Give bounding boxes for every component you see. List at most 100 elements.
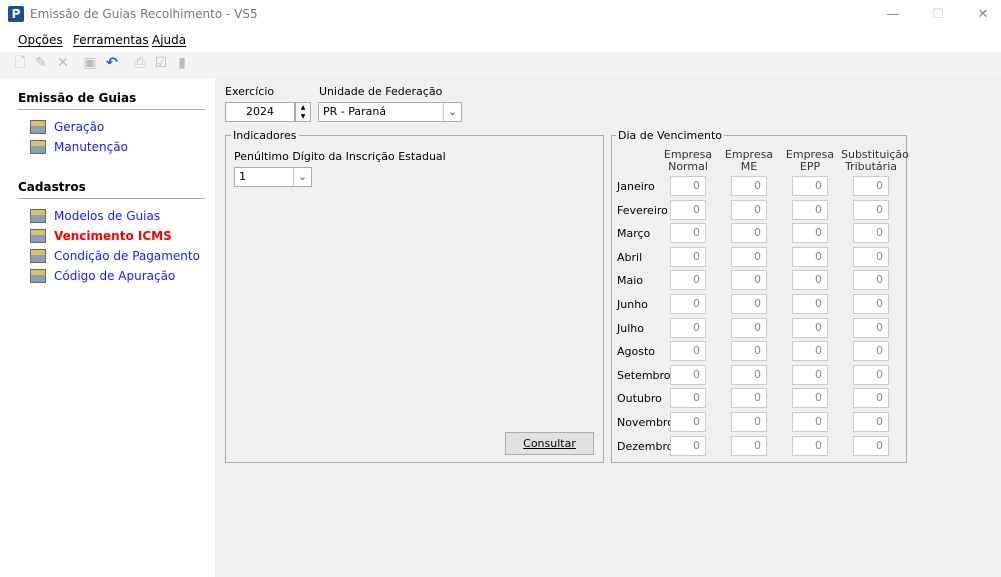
day-input[interactable]: 0 xyxy=(853,341,889,362)
sidebar-item-condicao[interactable]: Condição de Pagamento xyxy=(30,249,200,263)
day-input[interactable]: 0 xyxy=(853,435,889,456)
divider xyxy=(18,198,205,199)
menu-bar xyxy=(0,30,1001,52)
day-input[interactable]: 0 xyxy=(670,270,706,291)
day-input[interactable]: 0 xyxy=(792,246,828,267)
day-input[interactable]: 0 xyxy=(731,294,767,314)
day-input[interactable]: 0 xyxy=(853,223,889,244)
sidebar-item-geracao[interactable]: Geração xyxy=(30,120,104,134)
window-title: Emissão de Guias Recolhimento - VS5 xyxy=(30,7,258,21)
column-header-line: Tributária xyxy=(844,160,897,173)
day-input[interactable]: 0 xyxy=(731,388,767,409)
exercicio-spinner[interactable]: ▲ ▼ xyxy=(295,102,311,122)
day-input[interactable]: 0 xyxy=(853,270,889,291)
item-label: Condição de Pagamento xyxy=(54,249,200,263)
day-input[interactable]: 0 xyxy=(792,435,828,456)
new-icon[interactable]: 🗋 xyxy=(12,55,28,71)
day-input[interactable]: 0 xyxy=(731,341,767,362)
day-input[interactable]: 0 xyxy=(731,317,767,338)
app-logo-icon: P xyxy=(8,6,24,22)
day-input[interactable]: 0 xyxy=(670,435,706,456)
day-input[interactable]: 0 xyxy=(670,317,706,338)
day-input[interactable]: 0 xyxy=(731,246,767,267)
day-input[interactable]: 0 xyxy=(670,246,706,267)
day-input[interactable]: 0 xyxy=(731,270,767,291)
month-label: Julho xyxy=(617,321,644,335)
day-input[interactable]: 0 xyxy=(731,176,767,196)
day-input[interactable]: 0 xyxy=(731,199,767,220)
day-input[interactable]: 0 xyxy=(853,388,889,409)
sidebar-item-manutencao[interactable]: Manutenção xyxy=(30,140,128,154)
sidebar-item-vencimento-icms[interactable]: Vencimento ICMS xyxy=(30,229,172,243)
item-label: Modelos de Guias xyxy=(54,209,161,223)
column-header: Empresa ME xyxy=(719,149,779,173)
folder-icon xyxy=(30,249,46,263)
menu-ajuda[interactable]: Ajuda xyxy=(152,33,186,47)
menu-ferramentas[interactable]: Ferramentas xyxy=(73,33,149,47)
day-input[interactable]: 0 xyxy=(670,199,706,220)
day-input[interactable]: 0 xyxy=(792,199,828,220)
save-icon[interactable]: ▣ xyxy=(82,55,98,71)
day-input[interactable]: 0 xyxy=(853,317,889,338)
digit-select[interactable]: 1 ⌄ xyxy=(234,167,312,187)
day-input[interactable]: 0 xyxy=(792,176,828,196)
undo-icon[interactable]: ↶ xyxy=(104,55,120,71)
day-input[interactable]: 0 xyxy=(792,223,828,244)
day-input[interactable]: 0 xyxy=(792,388,828,409)
check-icon[interactable]: ☑ xyxy=(153,55,169,71)
day-input[interactable]: 0 xyxy=(731,223,767,244)
day-input[interactable]: 0 xyxy=(670,388,706,409)
day-input[interactable]: 0 xyxy=(792,317,828,338)
day-input[interactable]: 0 xyxy=(792,412,828,432)
close-button[interactable]: ✕ xyxy=(968,4,998,26)
month-label: Março xyxy=(617,227,651,241)
column-header-line: Normal xyxy=(668,160,708,173)
uf-select[interactable]: PR - Paraná ⌄ xyxy=(318,102,462,122)
maximize-button[interactable]: ☐ xyxy=(923,4,953,26)
day-input[interactable]: 0 xyxy=(731,412,767,432)
column-header-line: ME xyxy=(740,160,758,173)
item-label: Geração xyxy=(54,120,105,134)
chevron-down-icon: ⌄ xyxy=(293,168,311,186)
minimize-button[interactable]: — xyxy=(878,4,908,26)
day-input[interactable]: 0 xyxy=(853,176,889,196)
menu-opcoes[interactable]: Opções xyxy=(18,33,63,47)
section-title-emissao: Emissão de Guias xyxy=(18,91,137,105)
day-input[interactable]: 0 xyxy=(670,364,706,385)
month-label: Dezembro xyxy=(617,439,674,453)
delete-icon[interactable]: ✕ xyxy=(55,55,71,71)
day-input[interactable]: 0 xyxy=(792,364,828,385)
sidebar-item-modelos[interactable]: Modelos de Guias xyxy=(30,209,160,223)
document-icon[interactable]: ▮ xyxy=(174,55,190,71)
print-icon[interactable]: ⎙ xyxy=(132,55,148,71)
column-header-line: EPP xyxy=(799,160,821,173)
day-input[interactable]: 0 xyxy=(670,294,706,314)
day-input[interactable]: 0 xyxy=(670,223,706,244)
day-input[interactable]: 0 xyxy=(792,341,828,362)
day-input[interactable]: 0 xyxy=(792,270,828,291)
day-input[interactable]: 0 xyxy=(670,176,706,196)
exercicio-input[interactable]: 2024 xyxy=(225,102,295,122)
month-label: Junho xyxy=(617,298,648,311)
day-input[interactable]: 0 xyxy=(853,364,889,385)
day-input[interactable]: 0 xyxy=(853,199,889,220)
folder-icon xyxy=(30,140,46,154)
day-input[interactable]: 0 xyxy=(670,341,706,362)
day-input[interactable]: 0 xyxy=(792,294,828,314)
divider xyxy=(18,109,205,110)
uf-value: PR - Paraná xyxy=(323,105,387,118)
day-input[interactable]: 0 xyxy=(853,412,889,432)
day-input[interactable]: 0 xyxy=(853,246,889,267)
folder-icon xyxy=(30,120,46,134)
day-input[interactable]: 0 xyxy=(731,364,767,385)
month-label: Setembro xyxy=(617,368,671,382)
month-label: Outubro xyxy=(617,392,662,406)
day-input[interactable]: 0 xyxy=(853,294,889,314)
day-input[interactable]: 0 xyxy=(731,435,767,456)
indicadores-title: Indicadores xyxy=(231,129,299,142)
sidebar-item-codigo[interactable]: Código de Apuração xyxy=(30,269,175,283)
edit-icon[interactable]: ✎ xyxy=(33,55,49,71)
day-input[interactable]: 0 xyxy=(670,412,706,432)
uf-label: Unidade de Federação xyxy=(319,85,443,98)
consultar-button[interactable]: Consultar xyxy=(505,432,594,455)
